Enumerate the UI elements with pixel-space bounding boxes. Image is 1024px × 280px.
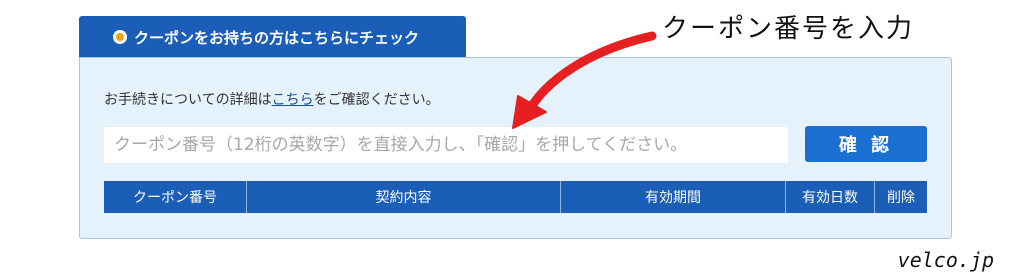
annotation-text: クーポン番号を入力: [662, 14, 915, 44]
watermark: velco.jp: [897, 248, 994, 272]
